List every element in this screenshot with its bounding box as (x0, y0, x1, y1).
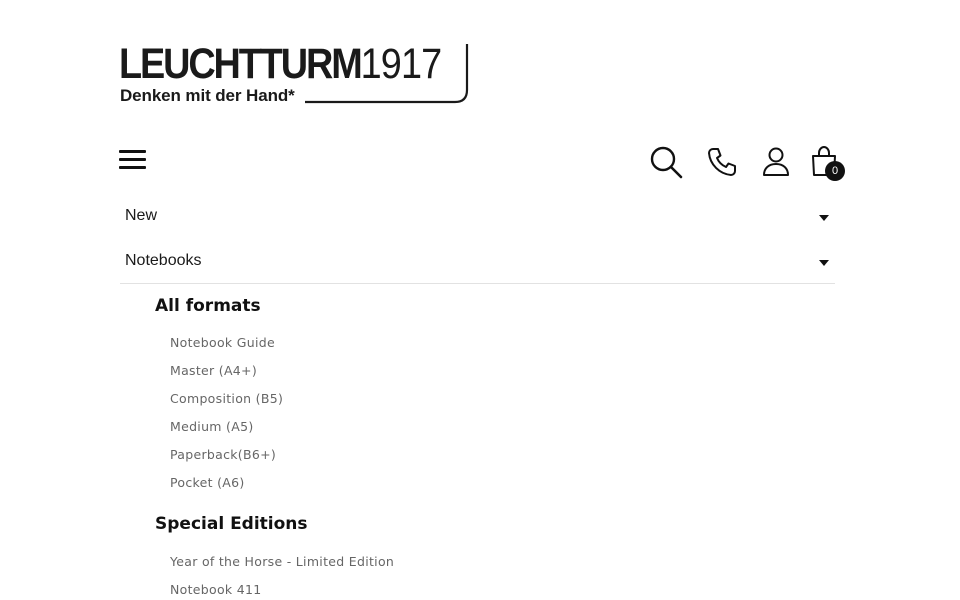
submenu-heading-all-formats[interactable]: All formats (155, 296, 261, 316)
brand-wordmark: LEUCHTTURM1917 (119, 40, 443, 88)
brand-name: LEUCHTTURM (119, 40, 363, 88)
submenu-link-composition[interactable]: Composition (B5) (170, 391, 283, 406)
nav-divider (120, 283, 835, 284)
nav-item-label: Notebooks (125, 252, 202, 269)
submenu-link-notebook-411[interactable]: Notebook 411 (170, 582, 262, 597)
phone-button[interactable] (704, 144, 740, 180)
caret-down-icon (819, 260, 829, 266)
brand-logo[interactable]: LEUCHTTURM1917 Denken mit der Hand* (119, 40, 471, 106)
menu-icon-bar-top (119, 150, 146, 153)
search-button[interactable] (648, 144, 684, 180)
page: LEUCHTTURM1917 Denken mit der Hand* 0 Ne… (0, 0, 960, 600)
menu-button[interactable] (119, 148, 147, 172)
phone-icon (708, 148, 736, 176)
caret-down-icon (819, 215, 829, 221)
menu-icon-bar-bottom (119, 166, 146, 169)
search-icon (650, 146, 683, 179)
cart-count-badge: 0 (825, 161, 845, 181)
submenu-heading-special-editions[interactable]: Special Editions (155, 514, 308, 534)
submenu-link-master[interactable]: Master (A4+) (170, 363, 257, 378)
account-button[interactable] (758, 144, 794, 180)
submenu-link-medium[interactable]: Medium (A5) (170, 419, 254, 434)
nav-item-notebooks[interactable]: Notebooks (120, 244, 835, 280)
nav-item-new[interactable]: New (120, 199, 835, 235)
brand-number: 1917 (360, 40, 443, 88)
account-icon (763, 147, 789, 176)
brand-tagline: Denken mit der Hand* (120, 86, 295, 105)
nav-item-label: New (125, 207, 158, 224)
submenu-link-notebook-guide[interactable]: Notebook Guide (170, 335, 275, 350)
submenu-link-pocket[interactable]: Pocket (A6) (170, 475, 245, 490)
menu-icon-bar-middle (119, 158, 146, 161)
submenu-link-paperback[interactable]: Paperback(B6+) (170, 447, 276, 462)
submenu-link-year-of-the-horse[interactable]: Year of the Horse - Limited Edition (170, 554, 394, 569)
